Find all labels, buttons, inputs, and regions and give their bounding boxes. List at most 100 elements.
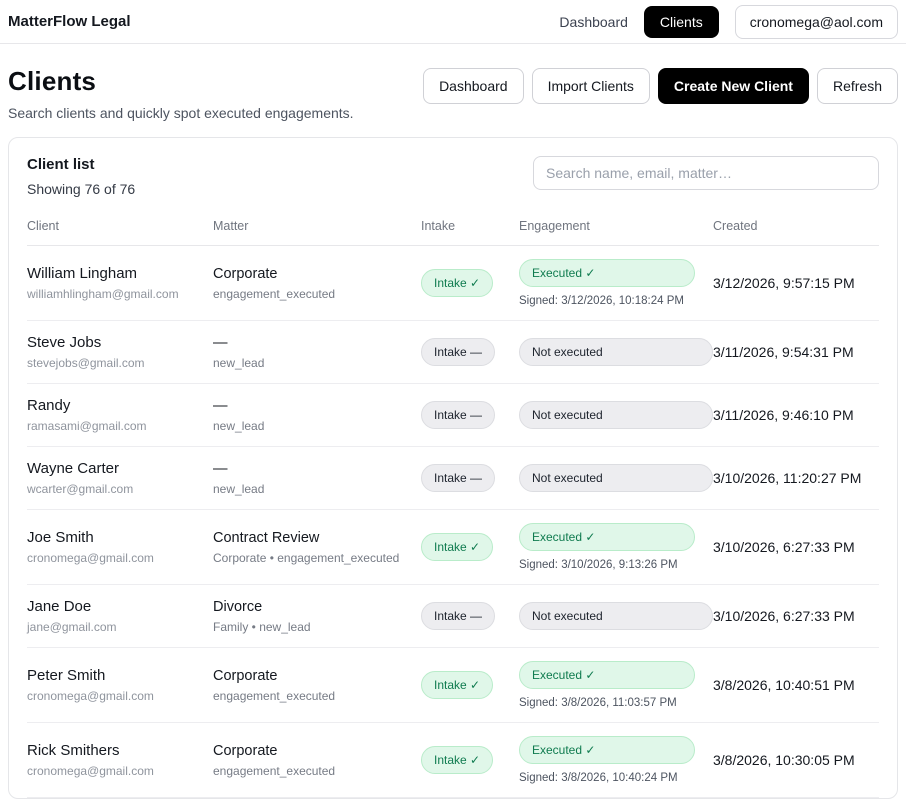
create-new-client-button[interactable]: Create New Client (658, 68, 809, 104)
table-row[interactable]: Jane Doe jane@gmail.com Divorce Family •… (27, 585, 879, 648)
page-header: Clients Search clients and quickly spot … (8, 66, 898, 121)
nav-dashboard[interactable]: Dashboard (559, 14, 628, 30)
top-nav: MatterFlow Legal Dashboard Clients crono… (0, 0, 906, 44)
created-date: 3/8/2026, 10:30:05 PM (713, 752, 879, 768)
client-name: Wayne Carter (27, 460, 213, 477)
matter-cell: — new_lead (213, 398, 421, 433)
intake-cell: Intake ✓ (421, 533, 519, 561)
client-cell: Wayne Carter wcarter@gmail.com (27, 460, 213, 496)
intake-badge: Intake ✓ (421, 533, 493, 561)
table-row[interactable]: Randy ramasami@gmail.com — new_lead Inta… (27, 384, 879, 447)
table-row[interactable]: Joe Smith cronomega@gmail.com Contract R… (27, 510, 879, 585)
client-cell: Randy ramasami@gmail.com (27, 397, 213, 433)
intake-badge: Intake ✓ (421, 269, 493, 297)
matter-title: Corporate (213, 266, 421, 282)
dashboard-button[interactable]: Dashboard (423, 68, 524, 104)
client-email: cronomega@gmail.com (27, 551, 213, 565)
client-name: Peter Smith (27, 667, 213, 684)
account-button[interactable]: cronomega@aol.com (735, 5, 898, 39)
intake-cell: Intake ✓ (421, 671, 519, 699)
matter-title: — (213, 335, 421, 351)
created-date: 3/10/2026, 6:27:33 PM (713, 539, 879, 555)
intake-cell: Intake — (421, 464, 519, 492)
intake-badge: Intake ✓ (421, 746, 493, 774)
app-title: MatterFlow Legal (8, 13, 131, 30)
created-date: 3/12/2026, 9:57:15 PM (713, 275, 879, 291)
client-email: jane@gmail.com (27, 620, 213, 634)
engagement-cell: Not executed (519, 464, 713, 492)
page-subtitle: Search clients and quickly spot executed… (8, 105, 354, 121)
matter-title: Corporate (213, 668, 421, 684)
nav-clients[interactable]: Clients (644, 6, 719, 38)
engagement-badge: Executed ✓ (519, 736, 695, 764)
table-row[interactable]: Peter Smith cronomega@gmail.com Corporat… (27, 648, 879, 723)
table-row[interactable]: William Lingham williamhlingham@gmail.co… (27, 246, 879, 321)
engagement-cell: Executed ✓ Signed: 3/8/2026, 11:03:57 PM (519, 661, 713, 709)
created-date: 3/11/2026, 9:46:10 PM (713, 407, 879, 423)
engagement-cell: Not executed (519, 338, 713, 366)
intake-cell: Intake — (421, 338, 519, 366)
matter-cell: — new_lead (213, 461, 421, 496)
table-row[interactable]: Rick Smithers cronomega@gmail.com Corpor… (27, 723, 879, 798)
created-date: 3/10/2026, 6:27:33 PM (713, 608, 879, 624)
matter-cell: — new_lead (213, 335, 421, 370)
client-cell: Peter Smith cronomega@gmail.com (27, 667, 213, 703)
signed-date: Signed: 3/10/2026, 9:13:26 PM (519, 559, 713, 571)
engagement-badge: Executed ✓ (519, 259, 695, 287)
matter-subtitle: engagement_executed (213, 764, 421, 778)
matter-subtitle: new_lead (213, 419, 421, 433)
matter-title: Corporate (213, 743, 421, 759)
client-cell: Rick Smithers cronomega@gmail.com (27, 742, 213, 778)
header-actions: Dashboard Import Clients Create New Clie… (423, 68, 898, 104)
signed-date: Signed: 3/8/2026, 10:40:24 PM (519, 772, 713, 784)
engagement-badge: Not executed (519, 602, 713, 630)
matter-cell: Corporate engagement_executed (213, 743, 421, 778)
refresh-button[interactable]: Refresh (817, 68, 898, 104)
engagement-badge: Executed ✓ (519, 661, 695, 689)
engagement-cell: Not executed (519, 602, 713, 630)
table-header: Client Matter Intake Engagement Created (27, 197, 879, 246)
matter-cell: Contract Review Corporate • engagement_e… (213, 530, 421, 565)
client-name: Rick Smithers (27, 742, 213, 759)
matter-subtitle: new_lead (213, 482, 421, 496)
column-header-intake: Intake (421, 219, 519, 233)
client-cell: Jane Doe jane@gmail.com (27, 598, 213, 634)
intake-badge: Intake — (421, 338, 495, 366)
column-header-engagement: Engagement (519, 219, 713, 233)
matter-title: Divorce (213, 599, 421, 615)
client-name: Jane Doe (27, 598, 213, 615)
matter-subtitle: engagement_executed (213, 287, 421, 301)
engagement-cell: Executed ✓ Signed: 3/10/2026, 9:13:26 PM (519, 523, 713, 571)
client-email: williamhlingham@gmail.com (27, 287, 213, 301)
engagement-cell: Executed ✓ Signed: 3/12/2026, 10:18:24 P… (519, 259, 713, 307)
created-date: 3/10/2026, 11:20:27 PM (713, 470, 879, 486)
client-email: ramasami@gmail.com (27, 419, 213, 433)
matter-cell: Corporate engagement_executed (213, 266, 421, 301)
table-row[interactable]: Wayne Carter wcarter@gmail.com — new_lea… (27, 447, 879, 510)
client-list-card: Client list Showing 76 of 76 Client Matt… (8, 137, 898, 799)
result-count: Showing 76 of 76 (27, 181, 135, 197)
engagement-cell: Not executed (519, 401, 713, 429)
signed-date: Signed: 3/12/2026, 10:18:24 PM (519, 295, 713, 307)
client-cell: William Lingham williamhlingham@gmail.co… (27, 265, 213, 301)
intake-badge: Intake — (421, 602, 495, 630)
intake-badge: Intake — (421, 464, 495, 492)
created-date: 3/11/2026, 9:54:31 PM (713, 344, 879, 360)
intake-cell: Intake ✓ (421, 746, 519, 774)
intake-cell: Intake ✓ (421, 269, 519, 297)
client-email: cronomega@gmail.com (27, 689, 213, 703)
client-name: Randy (27, 397, 213, 414)
client-email: stevejobs@gmail.com (27, 356, 213, 370)
engagement-badge: Not executed (519, 464, 713, 492)
import-clients-button[interactable]: Import Clients (532, 68, 650, 104)
table-row[interactable]: Steve Jobs stevejobs@gmail.com — new_lea… (27, 321, 879, 384)
column-header-created: Created (713, 219, 879, 233)
search-input[interactable] (533, 156, 879, 190)
created-date: 3/8/2026, 10:40:51 PM (713, 677, 879, 693)
matter-title: — (213, 398, 421, 414)
engagement-badge: Not executed (519, 338, 713, 366)
intake-cell: Intake — (421, 401, 519, 429)
matter-cell: Divorce Family • new_lead (213, 599, 421, 634)
matter-subtitle: Corporate • engagement_executed (213, 551, 421, 565)
card-title: Client list (27, 156, 135, 173)
